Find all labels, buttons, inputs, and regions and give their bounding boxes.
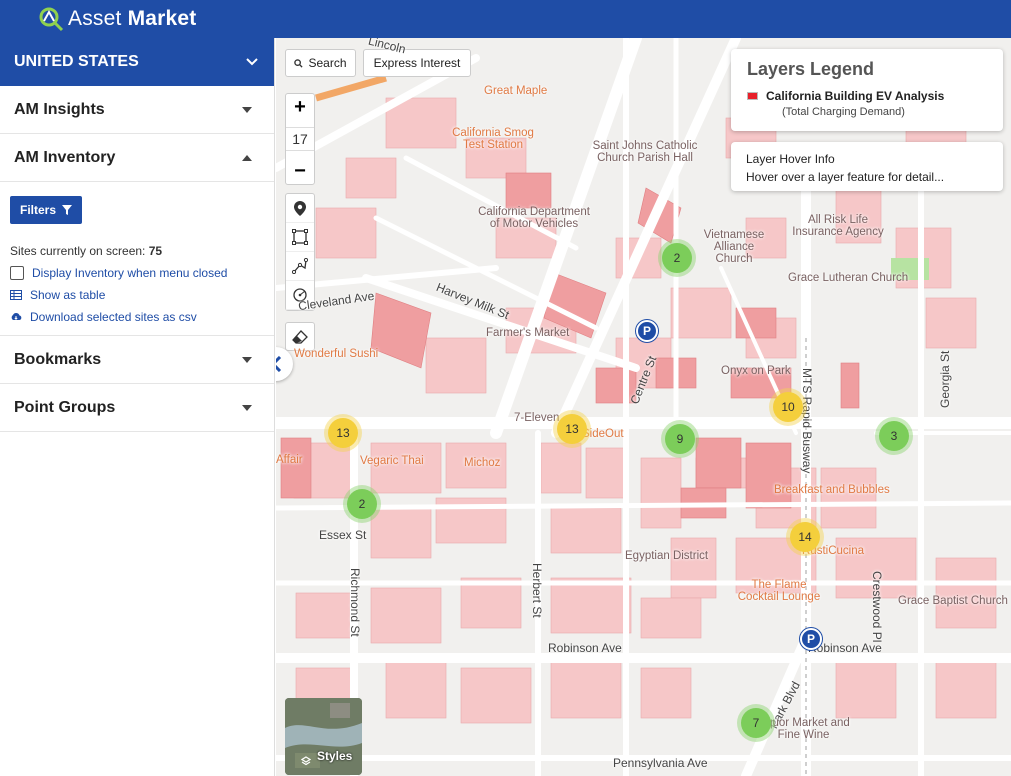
section-point-groups[interactable]: Point Groups [0, 384, 274, 432]
zoom-level: 17 [286, 127, 314, 151]
display-inventory-toggle[interactable]: Display Inventory when menu closed [10, 266, 264, 280]
site-cluster[interactable]: 10 [773, 392, 803, 422]
search-button[interactable]: Search [285, 49, 356, 77]
zoom-in-button[interactable]: + [294, 96, 306, 118]
app-logo[interactable]: Asset Market [68, 7, 196, 31]
parking-marker[interactable]: P [636, 320, 658, 342]
show-as-table-link[interactable]: Show as table [10, 288, 264, 302]
place-label: The Flame Cocktail Lounge [737, 579, 821, 603]
road-label: Georgia St [938, 350, 952, 408]
sites-count-line: Sites currently on screen: 75 [10, 244, 163, 258]
hover-info-text: Hover over a layer feature for detail... [746, 170, 945, 184]
place-label: 7-Eleven [514, 412, 560, 424]
rectangle-select-icon [292, 229, 308, 245]
layer-hover-info: Layer Hover Info Hover over a layer feat… [731, 142, 1003, 191]
layers-legend: Layers Legend California Building EV Ana… [731, 49, 1003, 131]
draw-tools [285, 193, 315, 311]
legend-item: California Building EV Analysis [747, 89, 987, 103]
draw-line-button[interactable] [286, 252, 314, 281]
place-label: Great Maple [484, 85, 548, 97]
place-label: All Risk Life Insurance Agency [792, 214, 884, 238]
place-label: Michoz [464, 457, 501, 469]
polyline-icon [292, 258, 308, 274]
site-cluster[interactable]: 14 [790, 522, 820, 552]
legend-subtitle: (Total Charging Demand) [782, 106, 905, 118]
caret-down-icon [242, 404, 252, 411]
road-label: Robinson Ave [548, 641, 622, 655]
place-label: SideOut [582, 428, 624, 440]
place-label: Breakfast and Bubbles [774, 484, 890, 496]
road-label: Herbert St [530, 563, 544, 618]
top-bar: Asset Market [0, 0, 1011, 38]
road-label: MTS Rapid Busway [800, 368, 814, 474]
place-label: Onyx on Park [721, 365, 791, 377]
caret-down-icon [242, 356, 252, 363]
place-label: Vietnamese Alliance Church [703, 229, 765, 265]
eraser-icon [292, 329, 308, 344]
satellite-thumbnail [285, 698, 362, 775]
road-label: Pennsylvania Ave [613, 756, 708, 770]
draw-point-button[interactable] [286, 194, 314, 223]
place-label: Egyptian District [625, 550, 709, 562]
place-label: Affair [276, 454, 303, 466]
chevron-down-icon [246, 58, 258, 66]
place-label: Wonderful Sushi [294, 348, 379, 360]
site-cluster[interactable]: 9 [665, 424, 695, 454]
site-cluster[interactable]: 2 [347, 489, 377, 519]
place-label: Grace Baptist Church [898, 595, 1008, 607]
road-label: Crestwood Pl [870, 571, 884, 643]
clear-drawing-button[interactable] [285, 322, 315, 351]
chevron-left-icon [276, 356, 282, 372]
filters-button[interactable]: Filters [10, 196, 83, 224]
map-view[interactable]: Search Express Interest + 17 − Layers Le… [276, 38, 1011, 776]
map-pin-icon [294, 200, 306, 216]
inventory-panel: Filters Sites currently on screen: 75 Di… [0, 182, 274, 336]
search-icon [294, 58, 304, 68]
road-label: Essex St [319, 528, 367, 542]
zoom-control: + 17 − [285, 93, 315, 185]
checkbox[interactable] [10, 266, 24, 280]
country-selector[interactable]: UNITED STATES [0, 38, 274, 86]
draw-rectangle-button[interactable] [286, 223, 314, 252]
layers-icon [300, 756, 312, 766]
section-am-inventory[interactable]: AM Inventory [0, 134, 274, 182]
site-cluster[interactable]: 7 [741, 708, 771, 738]
place-label: California Department of Motor Vehicles [478, 206, 590, 230]
caret-up-icon [242, 154, 252, 161]
filter-icon [62, 205, 73, 215]
caret-down-icon [242, 106, 252, 113]
place-label: Grace Lutheran Church [788, 272, 909, 284]
site-cluster[interactable]: 13 [557, 414, 587, 444]
sidebar: UNITED STATES AM Insights AM Inventory F… [0, 38, 275, 776]
hover-info-title: Layer Hover Info [746, 152, 835, 166]
place-label: California Smog Test Station [452, 127, 534, 151]
zoom-out-button[interactable]: − [294, 160, 306, 182]
site-cluster[interactable]: 2 [662, 243, 692, 273]
section-bookmarks[interactable]: Bookmarks [0, 336, 274, 384]
download-csv-link[interactable]: Download selected sites as csv [10, 310, 264, 324]
place-label: Saint Johns Catholic Church Parish Hall [592, 140, 698, 164]
logo-icon [38, 6, 64, 32]
site-cluster[interactable]: 3 [879, 421, 909, 451]
styles-label: Styles [300, 749, 352, 769]
sites-count: 75 [148, 244, 163, 258]
place-label: Vegaric Thai [360, 455, 424, 467]
place-label: Farmer's Market [486, 327, 570, 339]
legend-title: Layers Legend [747, 59, 875, 79]
road-label: Richmond St [348, 568, 362, 637]
map-styles-button[interactable]: Styles [285, 698, 362, 775]
legend-swatch [747, 92, 758, 100]
parking-marker[interactable]: P [800, 628, 822, 650]
express-interest-button[interactable]: Express Interest [363, 49, 471, 77]
table-icon [10, 290, 22, 300]
site-cluster[interactable]: 13 [328, 418, 358, 448]
cloud-download-icon [11, 313, 22, 320]
section-am-insights[interactable]: AM Insights [0, 86, 274, 134]
country-label: UNITED STATES [14, 53, 139, 70]
